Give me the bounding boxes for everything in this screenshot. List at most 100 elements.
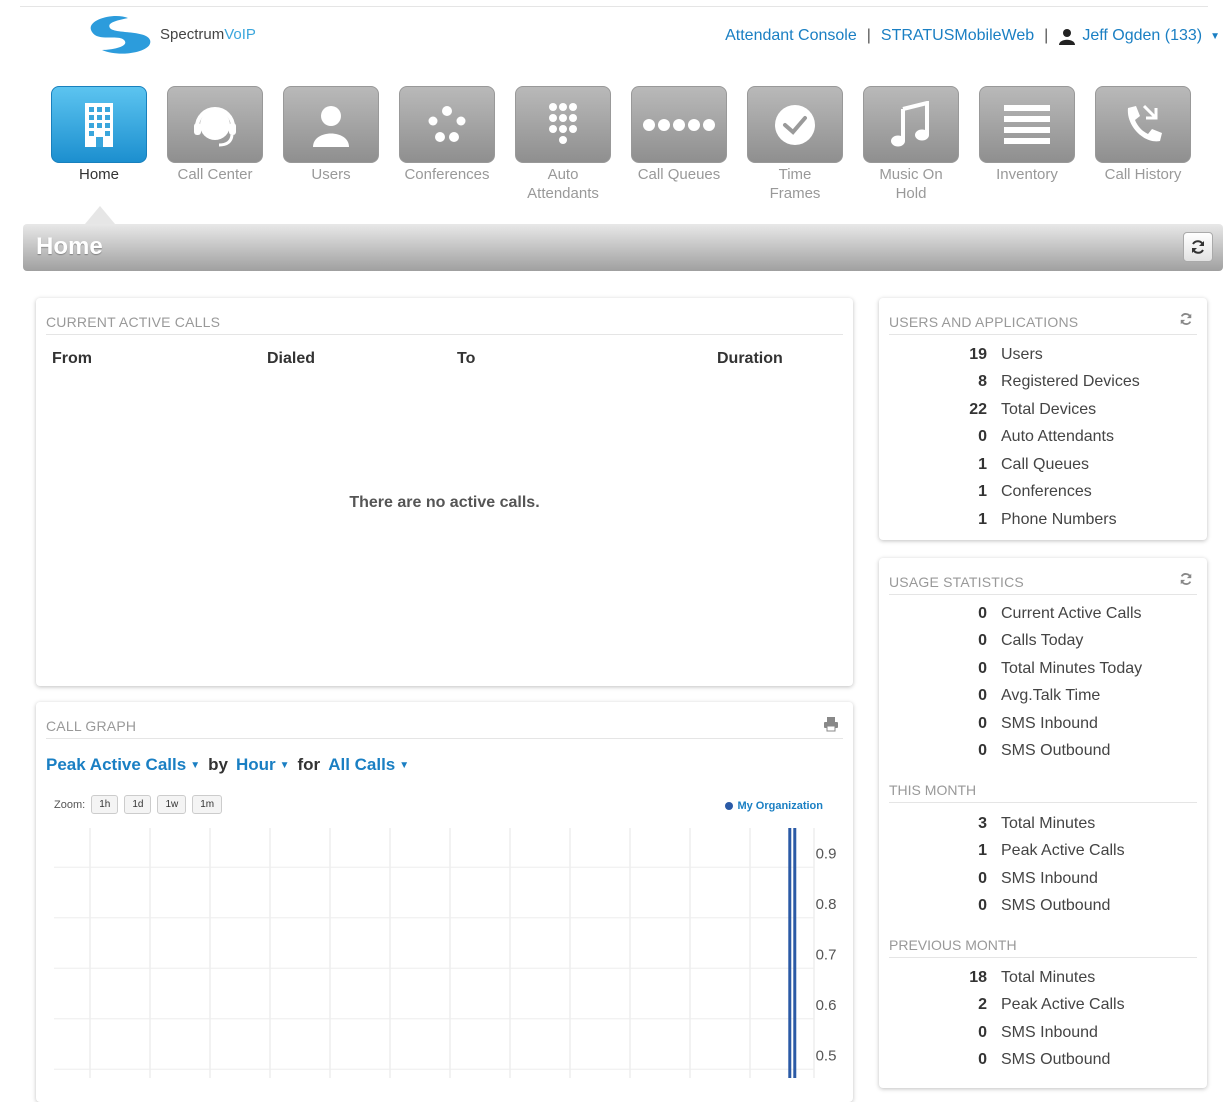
stat-value: 0 — [978, 428, 987, 446]
nav-tile — [167, 86, 263, 163]
nav-label: Auto Attendants — [527, 166, 599, 202]
stat-value: 19 — [969, 345, 987, 363]
user-icon — [1059, 29, 1076, 45]
stat-row: 19 Users — [879, 341, 1207, 369]
stat-row: 1 Conferences — [879, 479, 1207, 507]
stat-label: SMS Outbound — [1001, 1051, 1111, 1069]
call-graph-panel: CALL GRAPH Peak Active Calls ▼ by Hour ▼ f… — [36, 702, 853, 1102]
stat-value: 1 — [978, 483, 987, 501]
stat-value: 22 — [969, 400, 987, 418]
stat-row: 0 Auto Attendants — [879, 424, 1207, 452]
previous-month-stats-list: 18 Total Minutes 2 Peak Active Calls 0 SMS In… — [879, 964, 1207, 1074]
column-header-to[interactable]: To — [457, 350, 475, 368]
by-label: by — [208, 755, 228, 774]
print-button[interactable] — [823, 716, 839, 737]
active-calls-panel: CURRENT ACTIVE CALLS From Dialed To Dura… — [36, 298, 853, 686]
stat-label: Auto Attendants — [1001, 428, 1114, 446]
nav-item-call-queues[interactable]: Call Queues — [630, 86, 728, 184]
divider — [889, 957, 1197, 958]
stat-value: 1 — [978, 510, 987, 528]
chart-legend[interactable]: My Organization — [725, 800, 823, 812]
stat-row: 0 SMS Inbound — [879, 1019, 1207, 1047]
zoom-1d-button[interactable]: 1d — [124, 795, 152, 814]
stat-label: Call Queues — [1001, 455, 1090, 473]
divider — [46, 738, 843, 739]
nav-item-time-frames[interactable]: Time Frames — [746, 86, 844, 203]
metric-dropdown[interactable]: Peak Active Calls ▼ — [46, 755, 200, 775]
users-apps-panel: USERS AND APPLICATIONS 19 Users 8 Registere… — [879, 298, 1207, 540]
zoom-1m-button[interactable]: 1m — [192, 795, 223, 814]
stat-label: Total Minutes — [1001, 968, 1096, 986]
stat-row: 0 SMS Outbound — [879, 738, 1207, 766]
nav-item-auto-attendants[interactable]: Auto Attendants — [514, 86, 612, 203]
stat-value: 0 — [978, 659, 987, 677]
call-history-icon — [1127, 104, 1162, 141]
stat-row: 0 SMS Outbound — [879, 1047, 1207, 1075]
refresh-icon — [1180, 313, 1192, 325]
brand-text: SpectrumVoIP — [160, 26, 256, 43]
graph-controls: Peak Active Calls ▼ by Hour ▼ for All Call… — [46, 755, 409, 775]
chevron-down-icon: ▼ — [190, 760, 201, 772]
stat-label: Current Active Calls — [1001, 604, 1142, 622]
nav-tile — [747, 86, 843, 163]
panel-title: USERS AND APPLICATIONS — [889, 314, 1079, 330]
stat-label: Conferences — [1001, 483, 1092, 501]
divider — [889, 334, 1197, 335]
y-tick-label: 0.6 — [816, 997, 837, 1014]
nav-label: Call History — [1104, 166, 1182, 183]
nav-item-inventory[interactable]: Inventory — [978, 86, 1076, 184]
stat-row: 18 Total Minutes — [879, 964, 1207, 992]
refresh-usage-button[interactable] — [1179, 572, 1193, 591]
divider — [889, 594, 1197, 595]
nav-item-call-center[interactable]: Call Center — [166, 86, 264, 184]
user-menu[interactable]: Jeff Ogden (133) ▼ — [1058, 27, 1220, 45]
stat-value: 0 — [978, 897, 987, 915]
attendant-console-link[interactable]: Attendant Console — [725, 27, 857, 45]
stat-label: SMS Inbound — [1001, 714, 1098, 732]
stat-value: 8 — [978, 373, 987, 391]
clock-icon — [775, 104, 815, 145]
chevron-down-icon: ▼ — [279, 760, 290, 772]
call-graph-chart[interactable]: 0.9 0.8 0.7 0.6 0.5 — [54, 828, 844, 1078]
stat-row: 1 Peak Active Calls — [879, 838, 1207, 866]
refresh-page-button[interactable] — [1183, 232, 1213, 262]
stat-label: Avg.Talk Time — [1001, 687, 1101, 705]
period-dropdown[interactable]: Hour ▼ — [236, 755, 290, 775]
filter-dropdown[interactable]: All Calls ▼ — [328, 755, 409, 775]
nav-item-call-history[interactable]: Call History — [1094, 86, 1192, 184]
music-note-icon — [891, 100, 929, 146]
stat-value: 0 — [978, 714, 987, 732]
nav-item-users[interactable]: Users — [282, 86, 380, 184]
column-header-dialed[interactable]: Dialed — [267, 350, 315, 368]
list-icon — [1004, 104, 1050, 144]
refresh-users-button[interactable] — [1179, 312, 1193, 331]
active-nav-pointer — [85, 206, 115, 224]
nav-item-conferences[interactable]: Conferences — [398, 86, 496, 184]
top-links: Attendant Console | STRATUSMobileWeb | J… — [725, 27, 1220, 45]
zoom-1w-button[interactable]: 1w — [157, 795, 187, 814]
stat-label: Total Minutes Today — [1001, 659, 1143, 677]
for-label: for — [297, 755, 321, 774]
users-apps-list: 19 Users 8 Registered Devices 22 Total Device… — [879, 341, 1207, 534]
stat-label: Peak Active Calls — [1001, 842, 1125, 860]
logo[interactable]: SpectrumVoIP — [84, 12, 284, 56]
previous-month-title: PREVIOUS MONTH — [889, 937, 1017, 953]
column-header-duration[interactable]: Duration — [717, 350, 783, 368]
print-icon — [824, 717, 838, 732]
stratus-mobile-web-link[interactable]: STRATUSMobileWeb — [881, 27, 1034, 45]
nav-tile — [1095, 86, 1191, 163]
page-title-bar: Home — [23, 224, 1223, 271]
user-name: Jeff Ogden (133) — [1082, 27, 1203, 44]
zoom-1h-button[interactable]: 1h — [91, 795, 119, 814]
column-header-from[interactable]: From — [52, 350, 92, 368]
chevron-down-icon: ▼ — [399, 760, 410, 772]
queue-dots-icon — [643, 118, 715, 131]
stat-label: Total Minutes — [1001, 814, 1096, 832]
nav-item-home[interactable]: Home — [50, 86, 148, 184]
stat-value: 0 — [978, 742, 987, 760]
stat-value: 3 — [978, 814, 987, 832]
stat-label: SMS Outbound — [1001, 897, 1111, 915]
nav-item-music-on-hold[interactable]: Music On Hold — [862, 86, 960, 203]
this-month-title: THIS MONTH — [889, 782, 977, 798]
nav-label: Users — [311, 166, 351, 183]
